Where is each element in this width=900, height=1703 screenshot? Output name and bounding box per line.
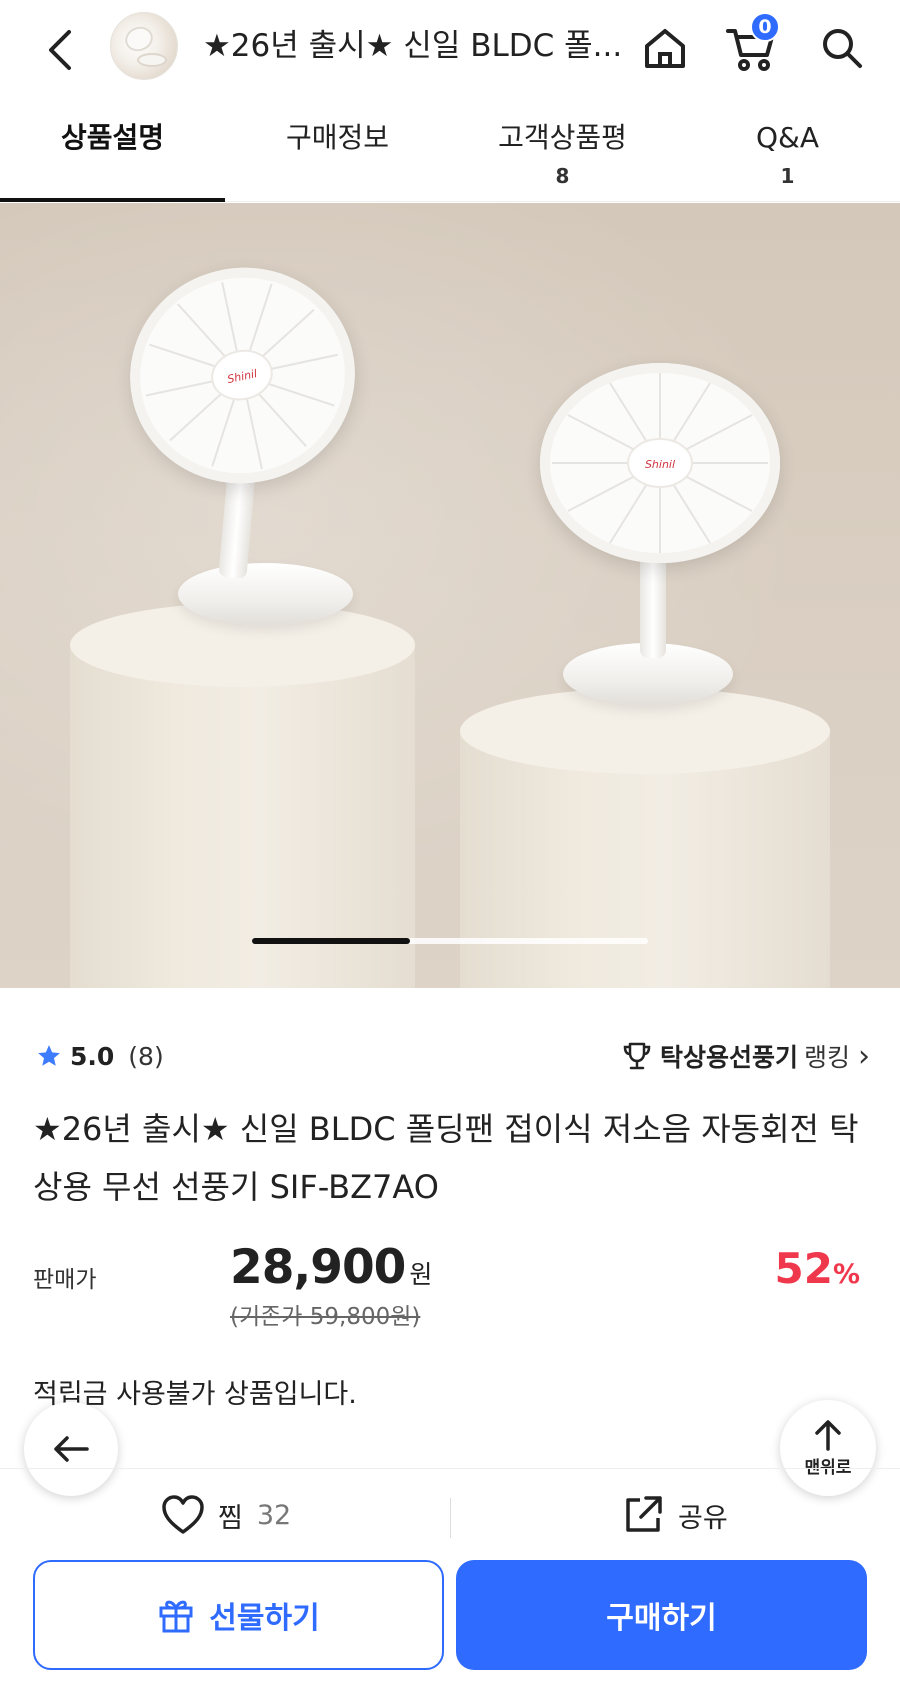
wishlist-count: 32 bbox=[256, 1499, 292, 1531]
share-label: 공유 bbox=[678, 1502, 728, 1534]
heart-icon bbox=[162, 1495, 204, 1534]
action-divider bbox=[450, 1498, 451, 1538]
trophy-icon bbox=[623, 1042, 651, 1070]
cart-button[interactable]: 0 bbox=[722, 12, 782, 78]
cart-badge: 0 bbox=[750, 12, 780, 42]
ranking-category: 탁상용선풍기 bbox=[659, 1043, 798, 1072]
tab-reviews[interactable]: 고객상품평 8 bbox=[450, 100, 675, 201]
product-image-carousel[interactable]: Shinil Shinil bbox=[0, 203, 900, 988]
tab-description[interactable]: 상품설명 bbox=[0, 100, 225, 202]
gift-icon bbox=[159, 1600, 193, 1633]
tab-qna[interactable]: Q&A 1 bbox=[675, 100, 900, 201]
buy-button[interactable]: 구매하기 bbox=[456, 1560, 867, 1670]
discount-number: 52 bbox=[774, 1244, 833, 1293]
ranking-suffix: 랭킹 bbox=[803, 1043, 850, 1072]
scroll-to-top-button[interactable]: 맨위로 bbox=[780, 1400, 876, 1496]
price-label: 판매가 bbox=[33, 1267, 97, 1293]
fan-left-base bbox=[178, 563, 353, 625]
buy-button-label: 구매하기 bbox=[606, 1601, 717, 1636]
share-icon bbox=[626, 1496, 662, 1532]
share-button[interactable]: 공유 bbox=[622, 1494, 728, 1536]
gift-button[interactable]: 선물하기 bbox=[33, 1560, 444, 1670]
tab-label: 구매정보 bbox=[285, 121, 390, 154]
tab-purchase-info[interactable]: 구매정보 bbox=[225, 100, 450, 201]
price-block: 28,900 원 (기존가 59,800원) bbox=[230, 1240, 432, 1331]
floating-back-button[interactable] bbox=[24, 1402, 118, 1496]
search-icon bbox=[823, 29, 862, 68]
scroll-to-top-label: 맨위로 bbox=[804, 1457, 852, 1478]
home-icon bbox=[645, 29, 685, 68]
chevron-right-icon: › bbox=[858, 1038, 870, 1074]
ranking-link[interactable]: 탁상용선풍기 랭킹 › bbox=[620, 1036, 870, 1076]
product-title: ★26년 출시★ 신일 BLDC 폴딩팬 접이식 저소음 자동회전 탁상용 무선… bbox=[33, 1110, 859, 1206]
fan-right-pole bbox=[640, 548, 666, 658]
rating-score: 5.0 bbox=[70, 1041, 115, 1071]
arrow-left-icon bbox=[54, 1436, 89, 1462]
section-tabs: 상품설명 구매정보 고객상품평 8 Q&A 1 bbox=[0, 100, 900, 202]
wishlist-button[interactable]: 찜 32 bbox=[160, 1494, 291, 1536]
fan-right-logo: Shinil bbox=[645, 458, 675, 471]
wishlist-label: 찜 bbox=[218, 1502, 243, 1534]
tab-count: 1 bbox=[780, 164, 795, 188]
pedestal-left bbox=[70, 643, 415, 988]
divider bbox=[0, 1468, 900, 1469]
header-title: ★26년 출시★ 신일 BLDC 폴... bbox=[203, 28, 623, 64]
fan-left-head: Shinil bbox=[110, 246, 375, 505]
tab-label: 고객상품평 bbox=[498, 121, 627, 154]
price-unit: 원 bbox=[409, 1260, 433, 1289]
discount-symbol: % bbox=[832, 1259, 860, 1290]
back-button[interactable] bbox=[38, 24, 82, 76]
fan-right-head: Shinil bbox=[540, 363, 780, 563]
arrow-up-icon bbox=[815, 1419, 841, 1451]
original-price: (기존가 59,800원) bbox=[230, 1304, 421, 1330]
search-button[interactable] bbox=[812, 18, 872, 78]
rating-count: (8) bbox=[128, 1041, 164, 1071]
carousel-indicator-thumb bbox=[252, 938, 411, 944]
back-icon bbox=[49, 30, 71, 70]
tab-label: 상품설명 bbox=[60, 121, 165, 154]
star-icon bbox=[38, 1045, 60, 1066]
tab-count: 8 bbox=[555, 164, 570, 188]
tab-label: Q&A bbox=[755, 121, 820, 154]
action-row: 찜 32 공유 bbox=[0, 1490, 900, 1546]
carousel-indicator bbox=[252, 938, 648, 944]
home-button[interactable] bbox=[635, 18, 695, 78]
product-thumbnail[interactable] bbox=[110, 12, 178, 80]
discount-rate: 52% bbox=[774, 1244, 860, 1293]
current-price: 28,900 bbox=[230, 1240, 406, 1295]
rating-summary[interactable]: 5.0 (8) bbox=[36, 1036, 164, 1076]
top-app-bar: ★26년 출시★ 신일 BLDC 폴... 0 bbox=[0, 0, 900, 100]
gift-button-label: 선물하기 bbox=[209, 1601, 320, 1636]
